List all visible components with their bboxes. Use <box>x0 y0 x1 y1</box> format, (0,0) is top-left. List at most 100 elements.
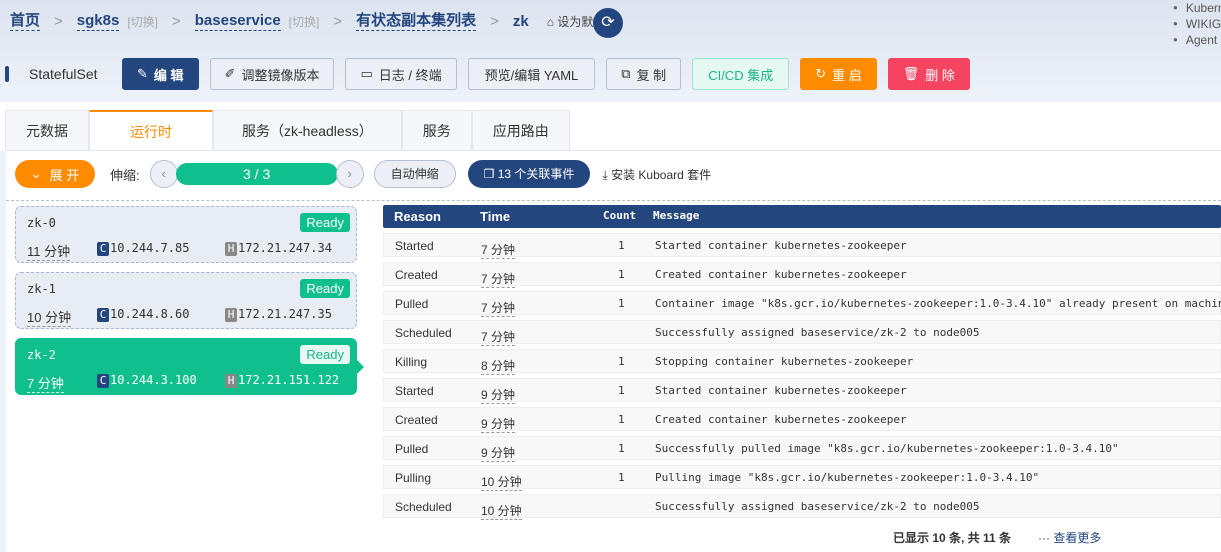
restart-button[interactable]: ↻ 重 启 <box>800 58 877 90</box>
cicd-button[interactable]: CI/CD 集成 <box>692 58 790 90</box>
refresh-icon: ⟳ <box>601 14 615 31</box>
event-reason: Started <box>395 239 434 253</box>
tab-service[interactable]: 服务 <box>401 110 472 150</box>
chevron-right-icon: > <box>172 13 181 30</box>
pen-icon: ✐ <box>224 66 236 81</box>
expand-button[interactable]: ⌄ 展 开 <box>15 160 95 188</box>
breadcrumb-namespace[interactable]: baseservice <box>194 12 281 31</box>
tab-service-headless[interactable]: 服务（zk-headless） <box>213 110 402 150</box>
event-reason: Pulling <box>395 471 432 485</box>
pod-age: 10 分钟 <box>27 307 72 327</box>
pod-card[interactable]: zk-1 Ready 10 分钟 C 10.244.8.60 H 172.21.24… <box>15 272 357 329</box>
switch-namespace-link[interactable]: [切换] <box>289 13 320 30</box>
col-reason: Reason <box>394 209 441 224</box>
breadcrumb-current: zk <box>512 13 529 30</box>
event-message: Pulling image "k8s.gcr.io/kubernetes-zoo… <box>655 471 1040 484</box>
monitor-icon: ▭ <box>360 66 373 81</box>
logs-terminal-button[interactable]: ▭ 日志 / 终端 <box>345 58 457 90</box>
edit-label: 编 辑 <box>153 67 184 83</box>
host-ip: H 172.21.247.34 <box>225 241 332 256</box>
right-menu-item[interactable]: Kubern <box>1173 0 1221 16</box>
related-events-button[interactable]: ❐ 13 个关联事件 <box>467 160 591 188</box>
tab-runtime[interactable]: 运行时 <box>89 110 213 150</box>
breadcrumb-home[interactable]: 首页 <box>10 12 41 31</box>
event-reason: Pulled <box>395 442 429 456</box>
pod-name: zk-0 <box>27 216 56 230</box>
event-reason: Created <box>395 268 438 282</box>
logs-label: 日志 / 终端 <box>378 67 442 83</box>
container-ip: C 10.244.3.100 <box>97 373 197 388</box>
col-time: Time <box>480 209 511 224</box>
chevron-right-icon: > <box>333 13 343 30</box>
status-badge: Ready <box>300 279 350 298</box>
scale-up-button[interactable]: › <box>335 160 364 188</box>
yaml-label: 预览/编辑 YAML <box>484 67 579 83</box>
event-count: 1 <box>618 442 625 455</box>
restart-label: 重 启 <box>832 67 862 83</box>
breadcrumb-cluster[interactable]: sgk8s <box>76 12 120 31</box>
event-time[interactable]: 7 分钟 <box>481 241 516 259</box>
replicas-progress: 3 / 3 <box>175 163 338 185</box>
table-row: Pulled 9 分钟 1 Successfully pulled image … <box>383 436 1221 462</box>
pod-card[interactable]: zk-2 Ready 7 分钟 C 10.244.3.100 H 172.21.15… <box>15 338 364 395</box>
copy-button[interactable]: ⧉ 复 制 <box>606 58 682 90</box>
table-row: Created 9 分钟 1 Created container kuberne… <box>383 407 1221 433</box>
copy-label: 复 制 <box>636 67 667 83</box>
pod-name: zk-2 <box>27 348 56 362</box>
event-message: Created container kubernetes-zookeeper <box>655 413 907 426</box>
container-ip-tag: C <box>97 374 109 388</box>
edit-button[interactable]: ✎ 编 辑 <box>122 58 199 90</box>
edit-icon: ✎ <box>137 66 148 81</box>
host-ip-value: 172.21.247.35 <box>238 307 332 321</box>
container-ip-tag: C <box>97 242 109 256</box>
tab-ingress[interactable]: 应用路由 <box>471 110 570 150</box>
tab-bar: 元数据 运行时 服务（zk-headless） 服务 应用路由 <box>5 110 570 150</box>
event-time[interactable]: 10 分钟 <box>481 502 522 520</box>
event-time[interactable]: 10 分钟 <box>481 473 522 491</box>
left-edge <box>0 150 6 552</box>
page-header: 首页 > sgk8s [切换] > baseservice [切换] > 有状态… <box>0 0 1221 102</box>
container-ip: C 10.244.7.85 <box>97 241 189 256</box>
table-row: Started 7 分钟 1 Started container kuberne… <box>383 233 1221 259</box>
pod-card[interactable]: zk-0 Ready 11 分钟 C 10.244.7.85 H 172.21.24… <box>15 206 357 263</box>
scale-down-button[interactable]: ‹ <box>149 160 178 188</box>
event-time[interactable]: 7 分钟 <box>481 328 516 346</box>
event-time[interactable]: 9 分钟 <box>481 415 516 433</box>
right-menu-item[interactable]: WIKIG <box>1173 16 1221 32</box>
yaml-button[interactable]: 预览/编辑 YAML <box>467 58 596 90</box>
home-icon: ⌂ <box>546 15 554 29</box>
divider <box>6 200 1221 201</box>
tab-divider <box>0 150 1221 151</box>
host-ip-tag: H <box>225 308 237 322</box>
event-time[interactable]: 9 分钟 <box>481 444 516 462</box>
delete-button[interactable]: 🗑 删 除 <box>887 58 970 90</box>
switch-cluster-link[interactable]: [切换] <box>127 13 158 30</box>
status-badge: Ready <box>300 345 350 364</box>
adjust-image-button[interactable]: ✐ 调整镜像版本 <box>209 58 335 90</box>
event-reason: Pulled <box>395 297 429 311</box>
event-count: 1 <box>618 355 625 368</box>
breadcrumb-statefulset-list[interactable]: 有状态副本集列表 <box>356 12 477 31</box>
event-message: Created container kubernetes-zookeeper <box>655 268 907 281</box>
event-reason: Created <box>395 413 438 427</box>
auto-scale-button[interactable]: 自动伸缩 <box>373 160 456 188</box>
col-count: Count <box>603 209 637 222</box>
view-more-link[interactable]: ··· 查看更多 <box>1038 529 1101 546</box>
container-ip: C 10.244.8.60 <box>97 307 189 322</box>
events-table-header: Reason Time Count Message <box>383 205 1221 228</box>
table-row: Scheduled 10 分钟 Successfully assigned ba… <box>383 494 1221 520</box>
right-menu-item[interactable]: Agent <box>1173 32 1221 48</box>
refresh-button[interactable]: ⟳ <box>593 8 623 38</box>
host-ip: H 172.21.247.35 <box>225 307 332 322</box>
chevron-right-icon: > <box>54 13 63 30</box>
event-message: Container image "k8s.gcr.io/kubernetes-z… <box>655 297 1221 310</box>
event-time[interactable]: 8 分钟 <box>481 357 516 375</box>
install-kuboard-link[interactable]: ⤓ 安装 Kuboard 套件 <box>602 166 711 183</box>
event-time[interactable]: 9 分钟 <box>481 386 516 404</box>
tab-metadata[interactable]: 元数据 <box>5 110 89 150</box>
host-ip-tag: H <box>225 242 237 256</box>
event-count: 1 <box>618 471 625 484</box>
event-time[interactable]: 7 分钟 <box>481 299 516 317</box>
trash-icon: 🗑 <box>902 66 920 81</box>
event-time[interactable]: 7 分钟 <box>481 270 516 288</box>
